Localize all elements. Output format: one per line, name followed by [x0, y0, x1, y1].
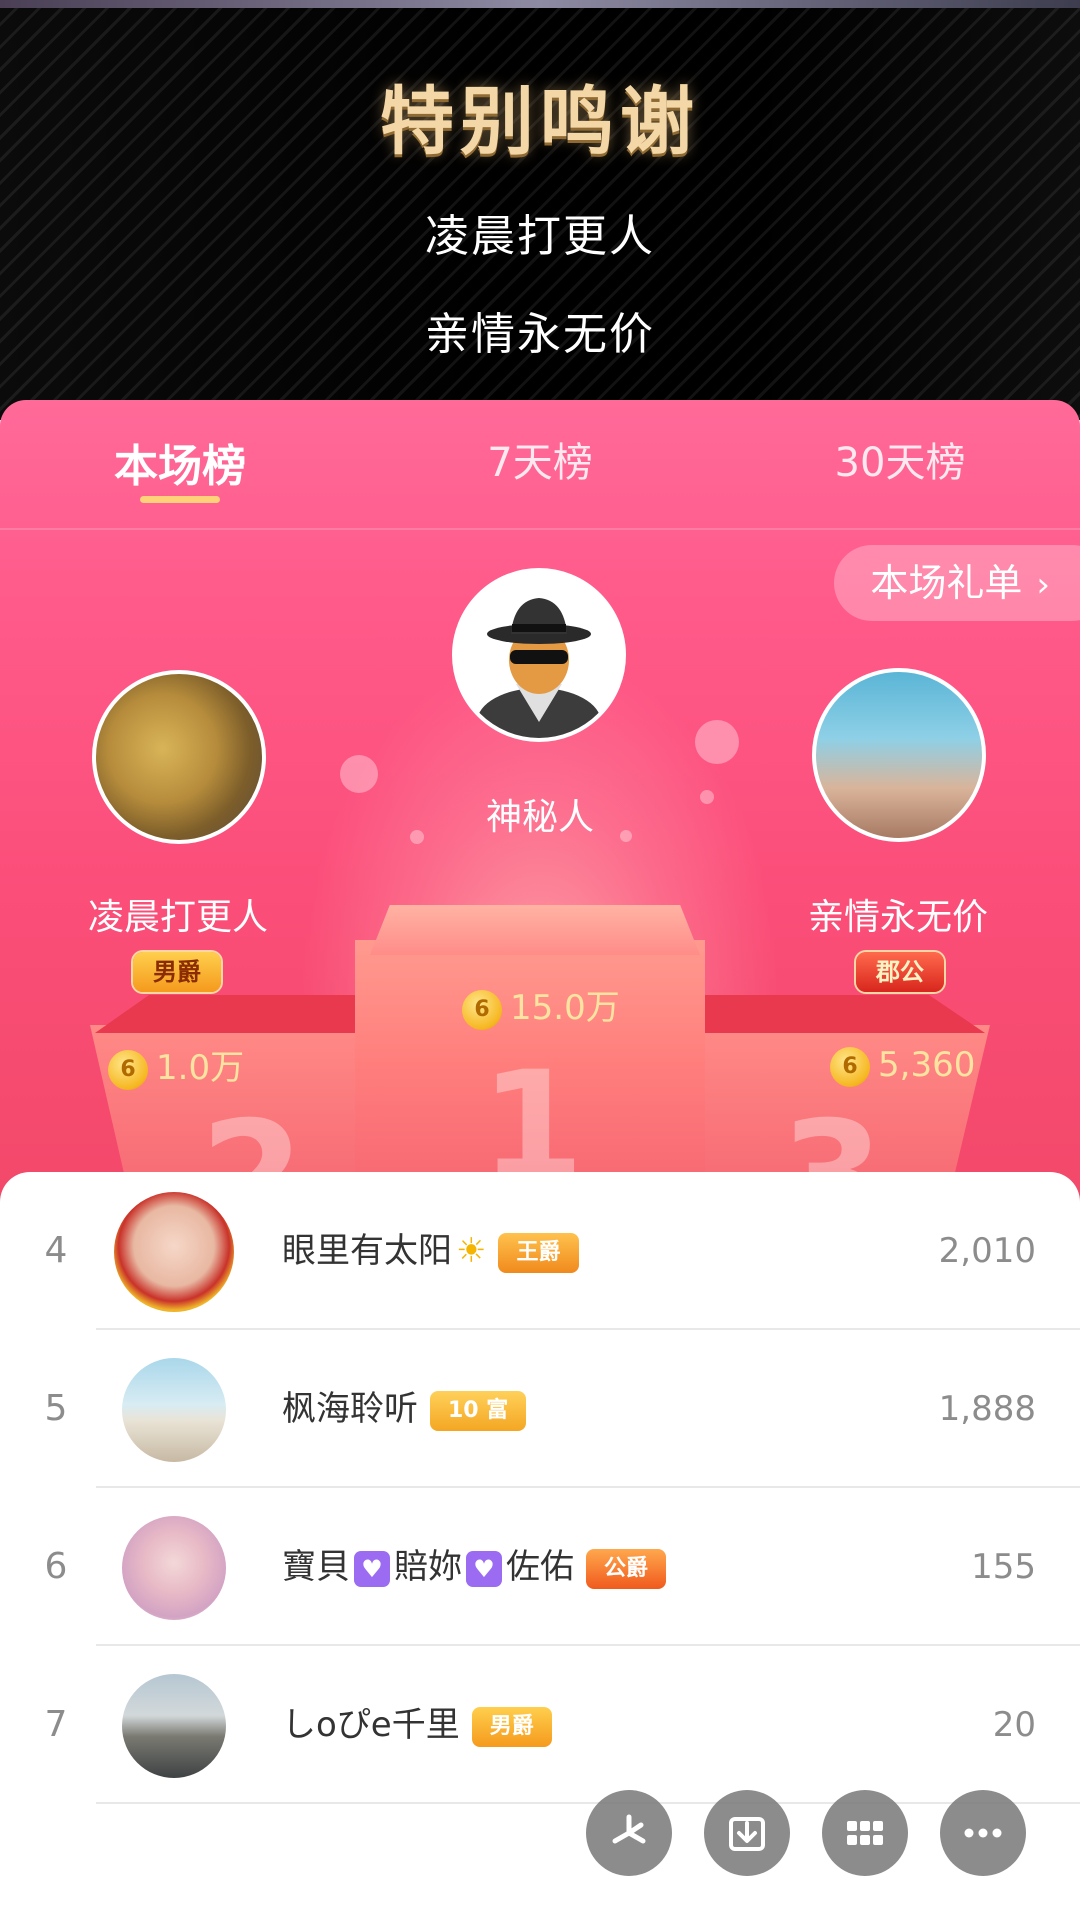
list-item[interactable]: 4 眼里有太阳 ☀ 王爵 2,010 — [0, 1172, 1080, 1330]
grid-icon — [847, 1821, 883, 1845]
gong-avatar[interactable] — [92, 670, 266, 844]
coin-icon: 6 — [830, 1046, 870, 1087]
user-score: 2,010 — [938, 1231, 1036, 1271]
user-name: しoぴe千里 男爵 — [282, 1646, 552, 1804]
download-icon — [729, 1817, 765, 1851]
rank-badge-king: 王爵 — [498, 1232, 579, 1273]
user-avatar[interactable] — [122, 1358, 226, 1462]
banner-thanks-name-1: 凌晨打更人 — [425, 211, 655, 262]
sparkle — [340, 755, 378, 793]
tab-7-days[interactable]: 7天榜 — [410, 430, 670, 488]
banner-title: 特别鸣谢 — [380, 79, 700, 165]
podium-first-name: 神秘人 — [485, 797, 594, 838]
tab-30-days[interactable]: 30天榜 — [770, 430, 1030, 488]
coin-amount: 1.0万 — [156, 1048, 245, 1088]
coin-icon: 6 — [462, 989, 502, 1030]
pinwheel-button[interactable] — [586, 1790, 672, 1876]
rank-badge-duke: 公爵 — [586, 1548, 667, 1589]
coin-amount: 15.0万 — [510, 988, 620, 1028]
user-score: 1,888 — [938, 1389, 1036, 1429]
coin-amount: 5,360 — [878, 1045, 976, 1085]
more-icon — [964, 1828, 1002, 1838]
tab-this-session[interactable]: 本场榜 — [50, 430, 310, 494]
podium-third-name: 亲情永无价 — [807, 897, 988, 938]
purple-heart-icon: ♥ — [354, 1550, 390, 1587]
coin-icon: 6 — [108, 1049, 148, 1090]
couple-avatar[interactable] — [812, 668, 986, 842]
grid-button[interactable] — [822, 1790, 908, 1876]
rank-badge-baron: 男爵 — [133, 952, 221, 992]
divider — [96, 1802, 1080, 1804]
pinwheel-icon — [612, 1814, 646, 1844]
podium-second-top — [95, 995, 365, 1033]
podium-first-coins: 6 15.0万 — [462, 980, 620, 1030]
sparkle — [700, 790, 714, 804]
user-avatar[interactable] — [114, 1192, 234, 1312]
tabs-divider — [0, 528, 1080, 530]
gift-list-button[interactable]: 本场礼单 › — [834, 545, 1080, 621]
user-name-text: 賠妳 — [394, 1547, 462, 1587]
download-button[interactable] — [704, 1790, 790, 1876]
sparkle — [695, 720, 739, 764]
banner-thanks-name-2: 亲情永无价 — [425, 309, 655, 360]
user-avatar[interactable] — [122, 1516, 226, 1620]
rank-number: 4 — [44, 1230, 68, 1271]
podium-third-top — [705, 995, 985, 1033]
rank-badge-baron: 男爵 — [471, 1706, 552, 1747]
podium-second-coins: 6 1.0万 — [108, 1040, 244, 1090]
more-button[interactable] — [940, 1790, 1026, 1876]
podium-second-name: 凌晨打更人 — [87, 897, 268, 938]
user-name-text: 佐佑 — [506, 1547, 574, 1587]
rank-badge-duke: 郡公 — [856, 952, 944, 992]
user-avatar[interactable] — [122, 1674, 226, 1778]
thanks-banner: 特别鸣谢 凌晨打更人 亲情永无价 — [0, 0, 1080, 420]
user-name-text: 枫海聆听 — [282, 1389, 418, 1429]
leaderboard-tabs: 本场榜 7天榜 30天榜 — [0, 400, 1080, 530]
chevron-right-icon: › — [1036, 565, 1050, 605]
podium-third-coins: 6 5,360 — [830, 1045, 975, 1087]
user-score: 155 — [971, 1547, 1036, 1587]
leaderboard-panel: 本场榜 7天榜 30天榜 本场礼单 › 1 2 3 神秘人 6 15.0万 凌晨… — [0, 400, 1080, 1220]
user-name: 寶貝 ♥ 賠妳 ♥ 佐佑 公爵 — [282, 1488, 667, 1646]
gift-list-label: 本场礼单 — [870, 561, 1023, 605]
list-item[interactable]: 7 しoぴe千里 男爵 20 — [0, 1646, 1080, 1804]
user-name: 眼里有太阳 ☀ 王爵 — [282, 1172, 579, 1330]
wealth-level-badge: 10 富 — [430, 1390, 527, 1431]
user-name-text: しoぴe千里 — [282, 1705, 460, 1745]
list-item[interactable]: 6 寶貝 ♥ 賠妳 ♥ 佐佑 公爵 155 — [0, 1488, 1080, 1646]
rank-number: 7 — [44, 1704, 68, 1745]
rank-number: 6 — [44, 1546, 68, 1587]
purple-heart-icon: ♥ — [466, 1550, 502, 1587]
user-name: 枫海聆听 10 富 — [282, 1330, 527, 1488]
mystery-man-avatar[interactable] — [452, 568, 626, 742]
sun-icon: ☀ — [456, 1231, 487, 1271]
user-score: 20 — [992, 1705, 1036, 1745]
user-name-text: 眼里有太阳 — [282, 1231, 452, 1271]
rank-number: 5 — [44, 1388, 68, 1429]
ranking-list: 4 眼里有太阳 ☀ 王爵 2,010 5 枫海聆听 10 富 1,888 6 寶貝 ♥ 賠… — [0, 1172, 1080, 1920]
list-item[interactable]: 5 枫海聆听 10 富 1,888 — [0, 1330, 1080, 1488]
active-tab-indicator — [140, 496, 220, 503]
podium-first-top — [370, 905, 700, 955]
user-name-text: 寶貝 — [282, 1547, 350, 1587]
